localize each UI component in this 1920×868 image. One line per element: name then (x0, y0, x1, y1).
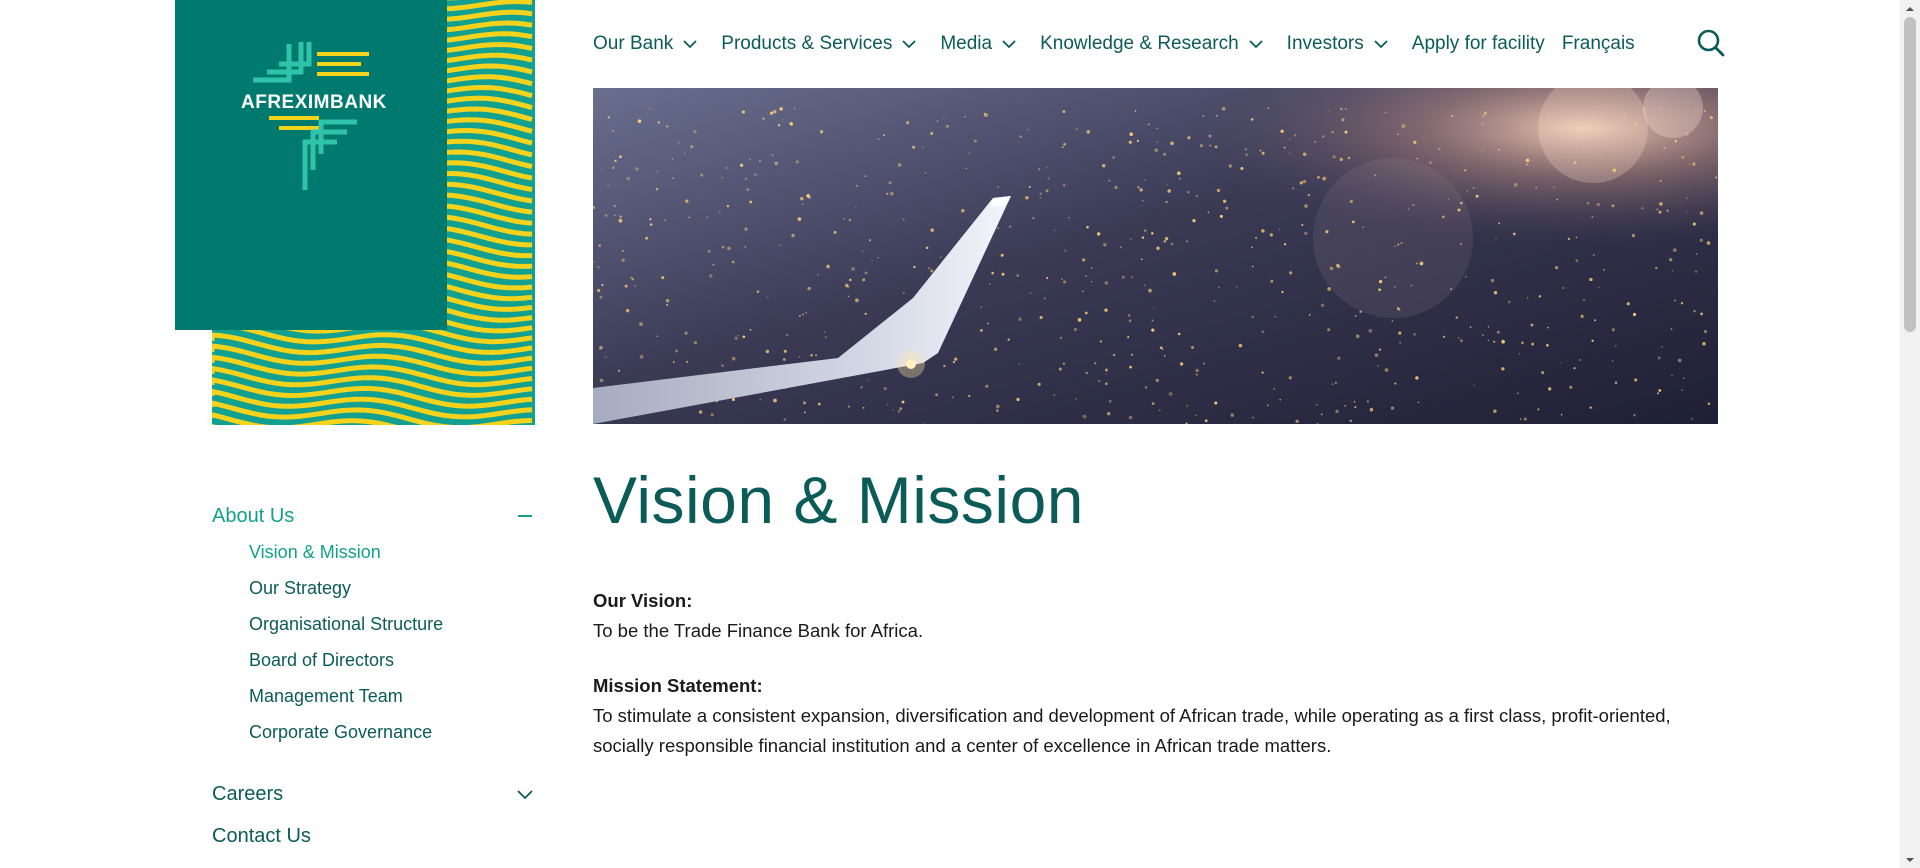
sidebar-item-management-team[interactable]: Management Team (249, 678, 535, 714)
sidebar-item-organisational-structure[interactable]: Organisational Structure (249, 606, 535, 642)
page-scrollbar[interactable] (1900, 0, 1920, 868)
nav-label: Our Bank (593, 33, 674, 54)
nav-label: Français (1561, 33, 1635, 54)
chevron-down-icon (1249, 40, 1263, 49)
scroll-down-arrow-icon[interactable] (1900, 851, 1920, 868)
mission-label: Mission Statement: (593, 675, 763, 696)
nav-label: Knowledge & Research (1040, 33, 1239, 54)
nav-our-bank[interactable]: Our Bank (593, 33, 697, 55)
chevron-down-icon[interactable] (517, 786, 533, 802)
page-title: Vision & Mission (593, 463, 1084, 537)
chevron-down-icon (1374, 40, 1388, 49)
nav-language-francais[interactable]: Français (1562, 33, 1635, 55)
sidebar-item-vision-mission[interactable]: Vision & Mission (249, 534, 535, 570)
afreximbank-logo-mark: AFREXIMBANK (241, 38, 387, 192)
mission-block: Mission Statement: To stimulate a consis… (593, 671, 1723, 761)
nav-knowledge-research[interactable]: Knowledge & Research (1040, 33, 1263, 55)
chevron-down-icon (1002, 40, 1016, 49)
search-icon (1697, 29, 1725, 57)
vision-text: To be the Trade Finance Bank for Africa. (593, 620, 924, 641)
nav-label: Products & Services (721, 33, 893, 54)
sidebar-section-label: About Us (212, 504, 295, 527)
sidebar-section-contact-us[interactable]: Contact Us (212, 820, 535, 852)
sidebar-navigation: About Us Vision & Mission Our Strategy O… (212, 500, 535, 852)
main-navigation: Our Bank Products & Services Media Knowl… (593, 28, 1652, 60)
search-button[interactable] (1696, 28, 1726, 58)
sidebar-item-our-strategy[interactable]: Our Strategy (249, 570, 535, 606)
vision-block: Our Vision: To be the Trade Finance Bank… (593, 586, 1723, 646)
nav-investors[interactable]: Investors (1287, 33, 1388, 55)
mission-text: To stimulate a consistent expansion, div… (593, 705, 1671, 756)
nav-apply-for-facility[interactable]: Apply for facility (1412, 33, 1545, 55)
chevron-down-icon (683, 40, 697, 49)
minus-icon[interactable] (517, 508, 533, 524)
sidebar-section-about-us[interactable]: About Us (212, 500, 535, 532)
hero-image (593, 88, 1718, 424)
logo[interactable]: AFREXIMBANK (175, 0, 447, 330)
nav-label: Apply for facility (1411, 33, 1545, 54)
nav-products-services[interactable]: Products & Services (721, 33, 916, 55)
sidebar-section-careers[interactable]: Careers (212, 778, 535, 810)
sidebar-about-submenu: Vision & Mission Our Strategy Organisati… (249, 534, 535, 750)
vision-label: Our Vision: (593, 590, 693, 611)
nav-media[interactable]: Media (940, 33, 1016, 55)
logo-text: AFREXIMBANK (241, 92, 387, 113)
sidebar-section-label: Contact Us (212, 824, 311, 847)
nav-label: Media (940, 33, 993, 54)
sidebar-section-label: Careers (212, 782, 284, 805)
page-content: Our Vision: To be the Trade Finance Bank… (593, 586, 1723, 786)
scroll-up-arrow-icon[interactable] (1900, 0, 1920, 17)
sidebar-item-board-of-directors[interactable]: Board of Directors (249, 642, 535, 678)
chevron-down-icon (902, 40, 916, 49)
scrollbar-thumb[interactable] (1904, 17, 1916, 332)
nav-label: Investors (1286, 33, 1364, 54)
sidebar-item-corporate-governance[interactable]: Corporate Governance (249, 714, 535, 750)
